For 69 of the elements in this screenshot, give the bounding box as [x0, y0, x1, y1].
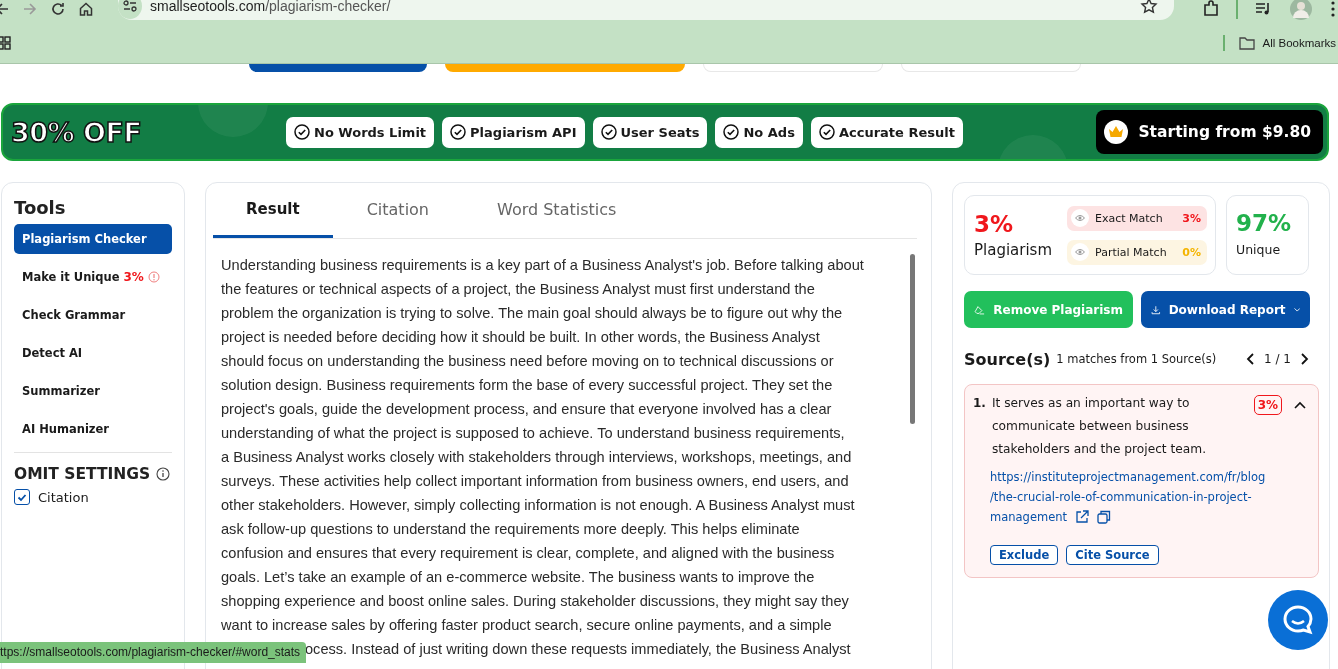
check-circle-icon [450, 124, 467, 140]
plagiarism-percent: 3% [974, 211, 1015, 237]
feature-pill: No Words Limit [286, 116, 435, 148]
eye-icon [1071, 209, 1089, 227]
sources-count: 1 matches from 1 Source(s) [1056, 352, 1217, 366]
promo-banner[interactable]: 30% OFF No Words Limit Plagiarism API User Seats No Ads Accurate Result Starting from $9.80 [1, 103, 1329, 161]
chat-icon[interactable] [1268, 590, 1328, 650]
status-url: ttps://smallseotools.com/plagiarism-checker/#word_stats [0, 642, 307, 663]
sidebar-item[interactable]: AI Humanizer [14, 414, 172, 444]
home-icon[interactable] [78, 1, 94, 17]
result-text: ocess. Instead of just writing down these requests immediately, the Business Analyst [305, 640, 851, 659]
feature-pill: Accurate Result [810, 116, 963, 148]
sidebar-item[interactable]: Summarizer [14, 376, 172, 406]
eye-icon [1071, 243, 1089, 261]
chevron-left-icon[interactable] [1246, 353, 1255, 365]
feature-pill: No Ads [715, 116, 803, 148]
source-link[interactable]: management [990, 510, 1068, 524]
puzzle-icon[interactable] [1202, 0, 1220, 18]
check-circle-icon [600, 124, 617, 140]
tab[interactable]: Word Statistics [463, 183, 651, 238]
sidebar-heading: Tools [14, 197, 66, 218]
url-text: smallseotools.com/plagiarism-checker/ [150, 0, 392, 14]
checkbox[interactable] [14, 489, 30, 505]
unique-percent: 97% [1236, 210, 1293, 236]
check-circle-icon [818, 124, 835, 140]
checkbox-label: Citation [38, 489, 89, 505]
unique-label: Unique [1236, 242, 1282, 257]
sources-heading: Source(s) [964, 349, 1051, 369]
match-percent: 3% [1253, 395, 1282, 415]
folder-icon [1238, 35, 1255, 50]
pricing-button[interactable]: Starting from $9.80 [1096, 110, 1323, 154]
feature-pill: Plagiarism API [442, 116, 585, 148]
tab[interactable]: Result [213, 183, 333, 238]
source-number: 1. [973, 396, 986, 410]
sidebar-item[interactable]: Make it Unique 3% [14, 262, 172, 292]
info-icon [156, 467, 171, 481]
download-report-button[interactable]: Download Report [1141, 291, 1310, 328]
source-link[interactable]: /the-crucial-role-of-communication-in-project- [990, 490, 1252, 504]
source-link[interactable]: https://instituteprojectmanagement.com/fr/blog [990, 470, 1266, 484]
check-circle-icon [723, 124, 740, 140]
address-bar[interactable]: smallseotools.com/plagiarism-checker/ [118, 0, 1174, 20]
chevron-down-icon [1293, 305, 1300, 314]
page-indicator: 1 / 1 [1264, 352, 1291, 366]
copy-icon[interactable] [1097, 510, 1112, 524]
match-chip[interactable]: Partial Match 0% [1067, 239, 1207, 265]
chevron-right-icon[interactable] [1301, 353, 1309, 365]
source-text: It serves as an important way to communicate between business stakeholders and the project team. [991, 395, 1208, 458]
more-icon[interactable] [1330, 0, 1336, 18]
reload-icon[interactable] [50, 1, 66, 17]
sidebar-item[interactable]: Plagiarism Checker [14, 224, 172, 254]
star-icon[interactable] [1140, 0, 1158, 15]
discount-text: 30% OFF [11, 116, 143, 148]
bookmarks-folder[interactable]: All Bookmarks [1238, 35, 1336, 50]
plagiarism-label: Plagiarism [974, 241, 1054, 259]
feature-pill: User Seats [592, 116, 708, 148]
check-circle-icon [294, 124, 310, 140]
chevron-up-icon[interactable] [1294, 401, 1306, 409]
tab[interactable]: Citation [332, 183, 463, 238]
source-action-button[interactable]: Cite Source [1066, 545, 1159, 565]
settings-heading: OMIT SETTINGS [14, 465, 151, 483]
scrollbar-thumb[interactable] [910, 254, 915, 424]
sidebar-item[interactable]: Check Grammar [14, 300, 172, 330]
external-link-icon[interactable] [1075, 510, 1090, 524]
crown-icon [1104, 120, 1129, 144]
source-action-button[interactable]: Exclude [990, 545, 1059, 565]
match-chip[interactable]: Exact Match 3% [1067, 205, 1207, 231]
apps-grid-icon[interactable] [0, 35, 11, 50]
alert-icon [147, 271, 160, 283]
sidebar-item[interactable]: Detect AI [14, 338, 172, 368]
